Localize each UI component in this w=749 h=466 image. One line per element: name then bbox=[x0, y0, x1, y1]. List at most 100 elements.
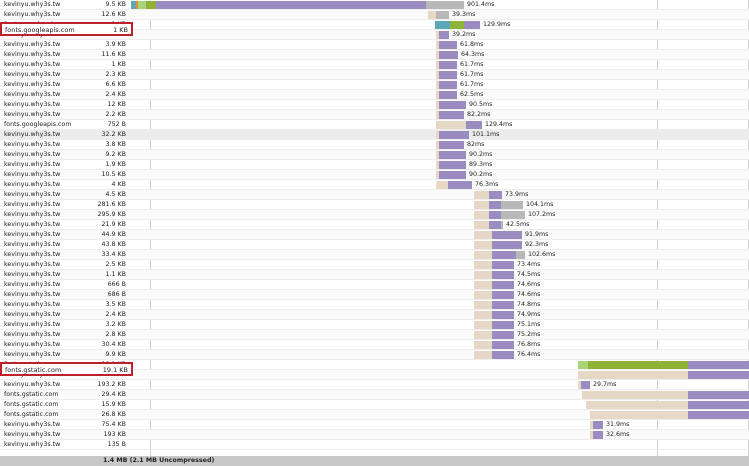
request-size: 2.3 KB bbox=[105, 71, 126, 78]
request-domain: kevinyu.why3s.tw bbox=[4, 231, 61, 238]
request-size: 2.4 KB bbox=[105, 311, 126, 318]
request-domain: kevinyu.why3s.tw bbox=[4, 61, 61, 68]
request-domain: kevinyu.why3s.tw bbox=[4, 281, 61, 288]
request-duration: 74.6ms bbox=[517, 281, 541, 288]
request-row[interactable]: kevinyu.why3s.tw 1 KB 61.7ms bbox=[0, 60, 749, 70]
request-row[interactable]: kevinyu.why3s.tw 3.9 KB 61.8ms bbox=[0, 40, 749, 50]
request-size: 193.2 KB bbox=[97, 381, 126, 388]
request-row[interactable]: kevinyu.why3s.tw 9.9 KB 76.4ms bbox=[0, 350, 749, 360]
request-row[interactable]: kevinyu.why3s.tw 30.4 KB 76.8ms bbox=[0, 340, 749, 350]
request-row[interactable]: fonts.gstatic.com 15.9 KB bbox=[0, 400, 749, 410]
request-row[interactable]: kevinyu.why3s.tw 4 KB 76.3ms bbox=[0, 180, 749, 190]
timing-receive-bar bbox=[688, 391, 749, 399]
request-row[interactable]: kevinyu.why3s.tw 686 B 74.6ms bbox=[0, 290, 749, 300]
timing-receive-bar bbox=[464, 21, 480, 29]
request-row[interactable]: kevinyu.why3s.tw 12.6 KB 39.3ms bbox=[0, 10, 749, 20]
request-row[interactable]: kevinyu.why3s.tw 666 B 74.6ms bbox=[0, 280, 749, 290]
request-row[interactable]: kevinyu.why3s.tw 43.8 KB 92.3ms bbox=[0, 240, 749, 250]
request-row[interactable]: kevinyu.why3s.tw 3.8 KB 82ms bbox=[0, 140, 749, 150]
request-row[interactable]: kevinyu.why3s.tw 11.6 KB 64.3ms bbox=[0, 50, 749, 60]
request-duration: 73.4ms bbox=[517, 261, 541, 268]
network-waterfall: kevinyu.why3s.tw 9.5 KB 901.4ms kevinyu.why… bbox=[0, 0, 749, 456]
request-row[interactable]: fonts.googleapis.com 752 B 129.4ms bbox=[0, 120, 749, 130]
request-row[interactable]: kevinyu.why3s.tw 2.8 KB 75.2ms bbox=[0, 330, 749, 340]
request-row[interactable]: kevinyu.why3s.tw 193 KB 32.6ms bbox=[0, 430, 749, 440]
timing-receive-bar bbox=[439, 151, 466, 159]
request-size: 32.2 KB bbox=[101, 131, 126, 138]
timing-receive-bar bbox=[492, 271, 514, 279]
request-row[interactable]: fonts.gstatic.com 26.8 KB bbox=[0, 410, 749, 420]
request-row[interactable]: kevinyu.why3s.tw 9.2 KB 90.2ms bbox=[0, 150, 749, 160]
request-row[interactable]: kevinyu.why3s.tw 21.9 KB 42.5ms bbox=[0, 220, 749, 230]
request-row[interactable]: kevinyu.why3s.tw 3.5 KB 74.8ms bbox=[0, 300, 749, 310]
request-size: 1 KB bbox=[111, 61, 126, 68]
request-duration: 61.7ms bbox=[460, 61, 484, 68]
timing-receive-bar bbox=[439, 91, 457, 99]
request-row[interactable]: kevinyu.why3s.tw 193.2 KB 29.7ms bbox=[0, 380, 749, 390]
request-row[interactable]: kevinyu.why3s.tw 2.3 KB 61.7ms bbox=[0, 70, 749, 80]
request-size: 9.5 KB bbox=[105, 1, 126, 8]
timing-receive-bar bbox=[489, 221, 501, 229]
request-duration: 91.9ms bbox=[525, 231, 549, 238]
request-row[interactable]: kevinyu.why3s.tw 10.5 KB 90.2ms bbox=[0, 170, 749, 180]
request-row[interactable]: kevinyu.why3s.tw 4.5 KB 73.9ms bbox=[0, 190, 749, 200]
request-domain: kevinyu.why3s.tw bbox=[4, 101, 61, 108]
timing-queued-bar bbox=[474, 331, 489, 339]
request-row[interactable]: kevinyu.why3s.tw 2.4 KB 62.5ms bbox=[0, 90, 749, 100]
request-row[interactable]: kevinyu.why3s.tw 44.9 KB 91.9ms bbox=[0, 230, 749, 240]
request-row[interactable]: kevinyu.why3s.tw 295.9 KB 107.2ms bbox=[0, 210, 749, 220]
request-domain: kevinyu.why3s.tw bbox=[4, 381, 61, 388]
timing-wait-bar bbox=[588, 361, 688, 369]
timing-receive-bar bbox=[581, 381, 590, 389]
request-size: 281.6 KB bbox=[97, 201, 126, 208]
request-row[interactable]: kevinyu.why3s.tw 33.4 KB 102.6ms bbox=[0, 250, 749, 260]
highlight-box-googleapis: fonts.googleapis.com 1 KB bbox=[0, 22, 133, 36]
request-duration: 32.6ms bbox=[606, 431, 630, 438]
timing-receive-bar bbox=[492, 311, 514, 319]
request-size: 44.9 KB bbox=[101, 231, 126, 238]
request-row[interactable]: kevinyu.why3s.tw 135 B bbox=[0, 440, 749, 450]
request-row[interactable]: kevinyu.why3s.tw 32.2 KB 101.1ms bbox=[0, 130, 749, 140]
request-row[interactable]: kevinyu.why3s.tw 2.5 KB 73.4ms bbox=[0, 260, 749, 270]
request-duration: 39.3ms bbox=[452, 11, 476, 18]
request-size: 10.5 KB bbox=[101, 171, 126, 178]
request-row[interactable]: fonts.gstatic.com 29.4 KB bbox=[0, 390, 749, 400]
request-size: 1.1 KB bbox=[105, 271, 126, 278]
timing-queued-bar bbox=[474, 191, 489, 199]
request-domain: kevinyu.why3s.tw bbox=[4, 331, 61, 338]
request-domain: kevinyu.why3s.tw bbox=[4, 251, 61, 258]
timing-blocked-bar bbox=[436, 11, 449, 19]
timing-queued-bar bbox=[428, 11, 436, 19]
timing-receive-bar bbox=[448, 181, 472, 189]
request-domain: kevinyu.why3s.tw bbox=[4, 111, 61, 118]
request-duration: 82.2ms bbox=[467, 111, 491, 118]
request-size: 3.9 KB bbox=[105, 41, 126, 48]
request-row[interactable]: kevinyu.why3s.tw 75.4 KB 31.9ms bbox=[0, 420, 749, 430]
request-row[interactable]: kevinyu.why3s.tw 281.6 KB 104.1ms bbox=[0, 200, 749, 210]
request-size: 2.8 KB bbox=[105, 331, 126, 338]
timing-receive-bar bbox=[492, 281, 514, 289]
timing-receive-bar bbox=[439, 41, 457, 49]
request-row[interactable]: kevinyu.why3s.tw 6.6 KB 61.7ms bbox=[0, 80, 749, 90]
request-domain: kevinyu.why3s.tw bbox=[4, 421, 61, 428]
request-duration: 90.5ms bbox=[469, 101, 493, 108]
request-duration: 76.8ms bbox=[517, 341, 541, 348]
request-size: 752 B bbox=[107, 121, 126, 128]
request-domain: kevinyu.why3s.tw bbox=[4, 221, 61, 228]
request-row[interactable]: kevinyu.why3s.tw 9.5 KB 901.4ms bbox=[0, 0, 749, 10]
request-domain: kevinyu.why3s.tw bbox=[4, 11, 61, 18]
request-domain: kevinyu.why3s.tw bbox=[4, 241, 61, 248]
request-domain: kevinyu.why3s.tw bbox=[4, 301, 61, 308]
request-row[interactable]: kevinyu.why3s.tw 12 KB 90.5ms bbox=[0, 100, 749, 110]
request-duration: 104.1ms bbox=[526, 201, 554, 208]
request-row[interactable]: kevinyu.why3s.tw 3.2 KB 75.1ms bbox=[0, 320, 749, 330]
request-row[interactable]: kevinyu.why3s.tw 2.2 KB 82.2ms bbox=[0, 110, 749, 120]
request-row[interactable]: kevinyu.why3s.tw 1.1 KB 74.5ms bbox=[0, 270, 749, 280]
request-row[interactable]: kevinyu.why3s.tw 1.9 KB 89.3ms bbox=[0, 160, 749, 170]
request-duration: 75.1ms bbox=[517, 321, 541, 328]
request-row[interactable]: kevinyu.why3s.tw 2.4 KB 74.9ms bbox=[0, 310, 749, 320]
timing-receive-bar bbox=[439, 71, 457, 79]
request-domain: kevinyu.why3s.tw bbox=[4, 51, 61, 58]
timing-receive-bar bbox=[439, 101, 466, 109]
request-duration: 61.7ms bbox=[460, 81, 484, 88]
